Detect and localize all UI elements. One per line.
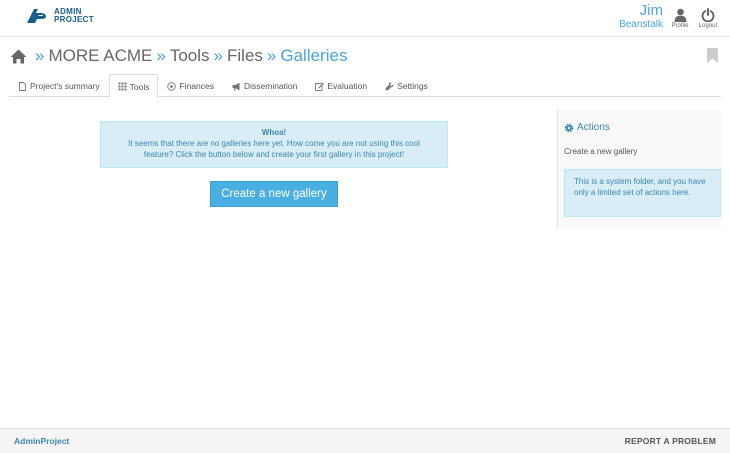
gear-icon (564, 123, 574, 132)
create-gallery-link[interactable]: Create a new gallery (564, 147, 637, 156)
logout-button[interactable]: Logout (695, 8, 721, 29)
power-icon (701, 8, 715, 22)
profile-button[interactable]: Profile (667, 8, 693, 29)
report-problem-link[interactable]: REPORT A PROBLEM (625, 436, 716, 446)
bookmark-icon[interactable] (707, 48, 718, 63)
tab-label: Settings (397, 81, 428, 91)
footer-brand-link[interactable]: AdminProject (14, 436, 69, 446)
tab-label: Tools (129, 81, 150, 92)
grid-icon (118, 82, 127, 91)
top-header: ADMIN PROJECT Jim Beanstalk Profile Logo… (0, 0, 730, 37)
create-gallery-button[interactable]: Create a new gallery (210, 181, 338, 207)
app-logo[interactable]: ADMIN PROJECT (25, 8, 94, 24)
actions-title: Actions (564, 122, 610, 133)
actions-sidebar: Actions Create a new gallery This is a s… (557, 110, 721, 229)
edit-icon (315, 82, 325, 91)
project-tabs: Project's summary Tools Finances Dissemi… (9, 74, 721, 98)
user-icon (674, 8, 686, 22)
alert-title: Whoa! (261, 128, 287, 137)
tab-settings[interactable]: Settings (376, 74, 437, 97)
tab-projects-summary[interactable]: Project's summary (9, 74, 109, 97)
breadcrumb-tools[interactable]: Tools (170, 46, 210, 66)
tab-label: Finances (179, 81, 214, 91)
alert-message-line-2: feature? Click the button below and crea… (143, 150, 405, 159)
megaphone-icon (232, 82, 240, 90)
breadcrumb-galleries: Galleries (280, 46, 348, 65)
user-name[interactable]: Jim Beanstalk (619, 3, 663, 30)
user-last-name: Beanstalk (619, 19, 663, 30)
breadcrumb: » MORE ACME » Tools » Files » Galleries (10, 45, 347, 67)
tab-label: Evaluation (327, 81, 368, 91)
document-icon (19, 81, 26, 91)
no-galleries-alert: Whoa! It seems that there are no galleri… (100, 121, 448, 168)
tab-finances[interactable]: Finances (158, 74, 223, 97)
breadcrumb-separator: » (35, 46, 45, 65)
breadcrumb-separator: » (156, 46, 166, 65)
tab-tools[interactable]: Tools (108, 74, 159, 98)
profile-label: Profile (671, 23, 689, 29)
tab-label: Dissemination (243, 81, 298, 91)
logout-label: Logout (698, 23, 718, 29)
actions-title-text: Actions (577, 122, 610, 133)
breadcrumb-files[interactable]: Files (227, 46, 263, 66)
tab-evaluation[interactable]: Evaluation (306, 74, 376, 97)
wrench-icon (385, 82, 394, 90)
breadcrumb-separator: » (213, 46, 223, 65)
system-folder-note: This is a system folder, and you have on… (564, 169, 721, 217)
tab-dissemination[interactable]: Dissemination (223, 74, 306, 97)
logo-line-2: PROJECT (54, 15, 94, 24)
alert-message-line-1: It seems that there are no galleries her… (128, 139, 420, 148)
page-footer: AdminProject REPORT A PROBLEM (0, 428, 730, 453)
home-icon[interactable] (10, 49, 27, 64)
user-first-name: Jim (639, 2, 663, 19)
breadcrumb-separator: » (266, 46, 277, 65)
logo-text: ADMIN PROJECT (54, 8, 94, 24)
tab-label: Project's summary (30, 81, 100, 91)
breadcrumb-project[interactable]: MORE ACME (48, 46, 152, 66)
ap-logo-icon (27, 9, 47, 23)
coin-icon (167, 81, 177, 91)
